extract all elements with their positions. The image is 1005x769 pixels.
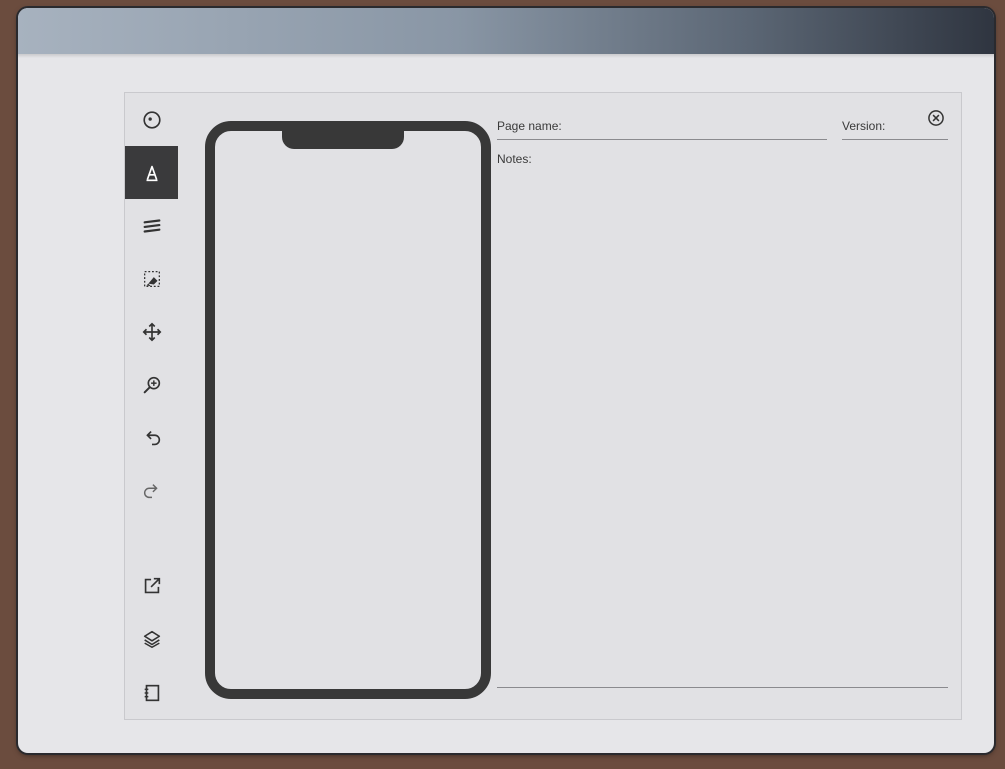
- notebook-icon: [144, 684, 159, 701]
- stroke-width-button[interactable]: [125, 199, 178, 252]
- phone-notch: [282, 129, 404, 149]
- tablet-device: Page name: Version: Notes:: [18, 8, 994, 753]
- device-top-bezel: [18, 8, 994, 54]
- zoom-button[interactable]: [125, 358, 178, 411]
- left-toolbar: [125, 93, 178, 719]
- close-icon: [928, 110, 944, 126]
- pen-tool-icon: [146, 165, 157, 181]
- layers-icon: [143, 630, 160, 648]
- undo-button[interactable]: [125, 411, 178, 464]
- notebook-button[interactable]: [125, 666, 178, 719]
- page-name-label: Page name:: [497, 119, 562, 133]
- phone-frame-template: [205, 121, 491, 699]
- settings-button[interactable]: [125, 93, 178, 146]
- stroke-width-icon: [143, 218, 160, 233]
- move-button[interactable]: [125, 305, 178, 358]
- selection-eraser-button[interactable]: [125, 252, 178, 305]
- version-label: Version:: [842, 119, 886, 133]
- settings-icon: [142, 110, 161, 129]
- notes-label: Notes:: [497, 152, 532, 166]
- notes-area-bottom-line[interactable]: [497, 687, 948, 688]
- page-name-field[interactable]: [497, 139, 827, 140]
- undo-icon: [145, 430, 160, 445]
- template-screen: Page name: Version: Notes:: [124, 92, 962, 720]
- export-icon: [144, 577, 160, 593]
- zoom-in-icon: [143, 376, 160, 393]
- selection-eraser-icon: [143, 270, 160, 287]
- export-button[interactable]: [125, 559, 178, 612]
- pen-tool-button[interactable]: [125, 146, 178, 199]
- close-button[interactable]: [926, 108, 946, 128]
- move-icon: [142, 322, 161, 341]
- version-field[interactable]: [842, 139, 948, 140]
- layers-button[interactable]: [125, 612, 178, 665]
- redo-icon: [143, 483, 158, 498]
- redo-button[interactable]: [125, 464, 178, 517]
